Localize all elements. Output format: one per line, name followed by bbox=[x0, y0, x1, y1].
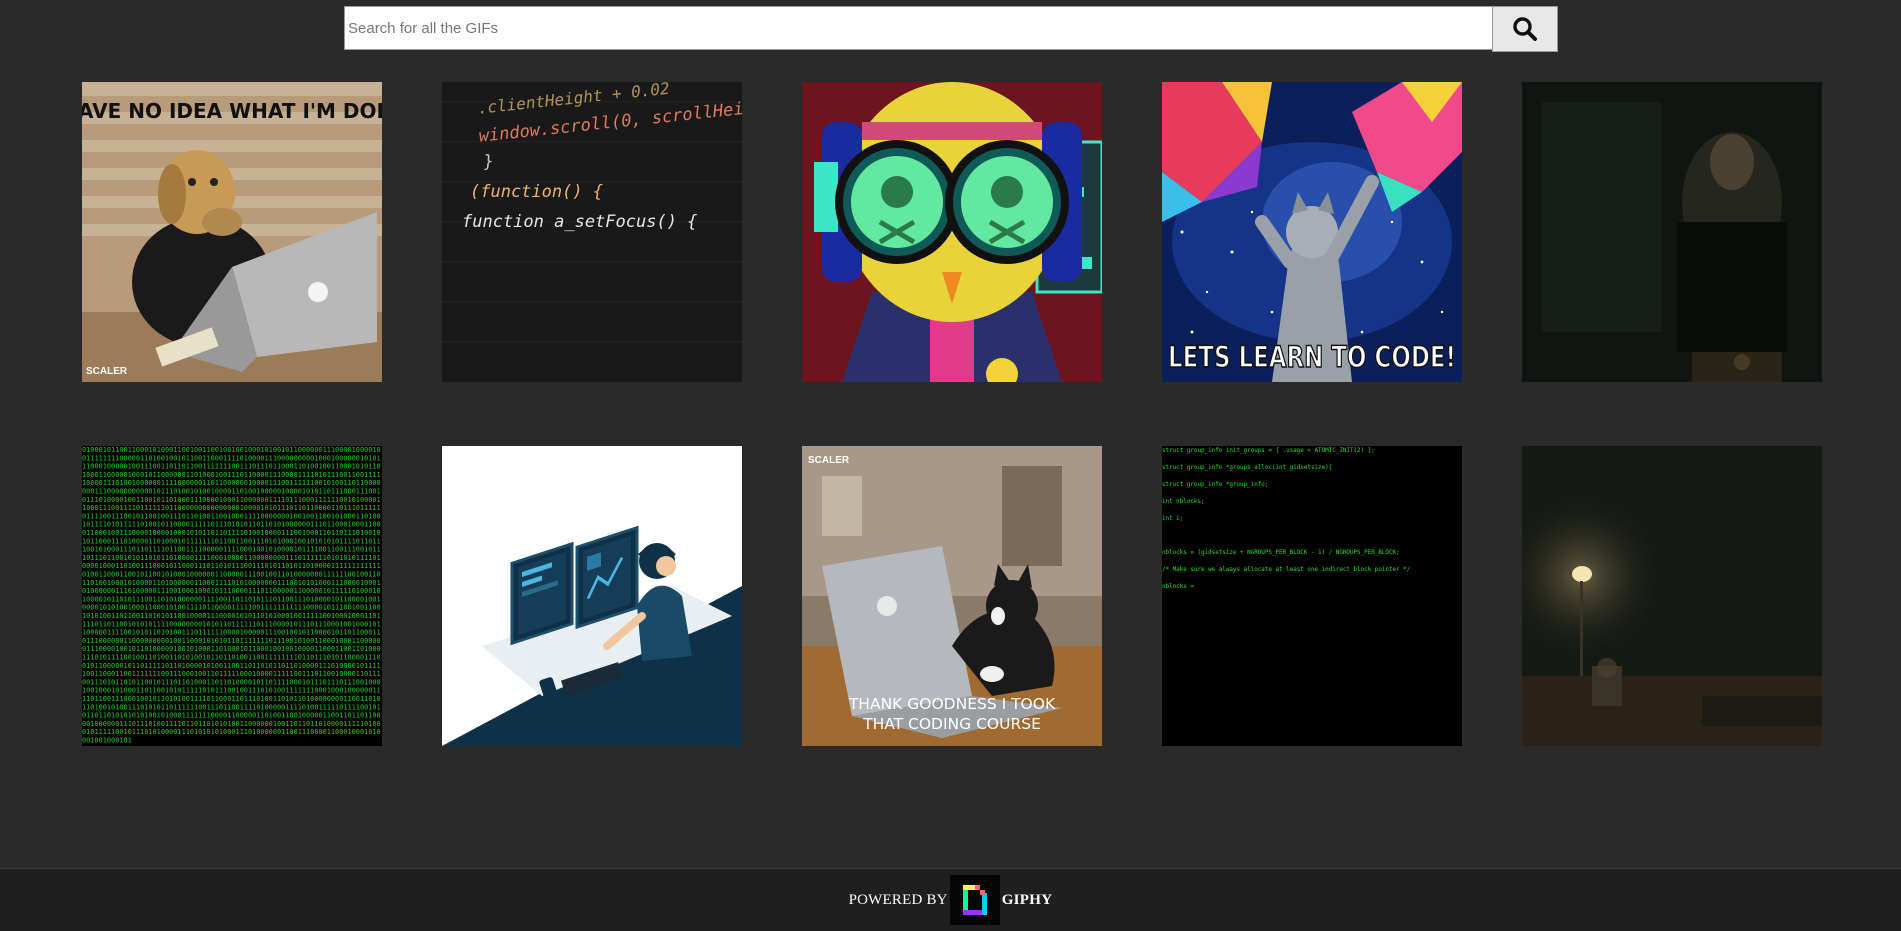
gif-tile-cat-laptop[interactable]: SCALER THANK GOODNESS I TOOK THAT CODING… bbox=[802, 446, 1102, 746]
giphy-logo-icon[interactable] bbox=[949, 875, 1000, 925]
gif-tile-dark-lamp-room[interactable] bbox=[1522, 446, 1822, 746]
gif-tile-code-screen[interactable]: .clientHeight + 0.02 window.scroll(0, sc… bbox=[442, 82, 742, 382]
matrix-row: 1000111001111011111101100000000000000010… bbox=[82, 504, 381, 512]
matrix-row: 1101001000101000011010000001100011110101… bbox=[82, 579, 381, 587]
space-cat-caption: LETS LEARN TO CODE! bbox=[1168, 340, 1456, 374]
matrix-row: 1100010000010011100110110110011111110011… bbox=[82, 463, 381, 471]
matrix-row: 1110101111001001101001101010010110110100… bbox=[82, 654, 381, 662]
terminal-line: struct group_info *groups_alloc(int gids… bbox=[1162, 465, 1332, 471]
matrix-row: 1110110110010101011110000000010101101111… bbox=[82, 620, 381, 628]
matrix-row: 0101100000101101111101101000010100110011… bbox=[82, 662, 381, 670]
space-cat-image: LETS LEARN TO CODE! bbox=[1162, 82, 1462, 382]
gif-tile-dark-room[interactable] bbox=[1522, 82, 1822, 382]
cat-caption-line: THAT CODING COURSE bbox=[862, 715, 1041, 733]
matrix-row: 1011000111010000110100010111111101100110… bbox=[82, 537, 381, 545]
matrix-row: 0001110000000000010111010010100100001101… bbox=[82, 488, 381, 496]
matrix-row: 1010100110110011010101100100001110000101… bbox=[82, 612, 381, 620]
matrix-row: 0111100111001011001001110110100110010001… bbox=[82, 512, 381, 520]
matrix-row: 1101100111000100101101010011110110001101… bbox=[82, 695, 381, 703]
terminal-line: nblocks = bbox=[1162, 584, 1194, 590]
matrix-row: 1001010001110110111101100111100000111100… bbox=[82, 546, 381, 554]
matrix-row: 1011101100101011010110100001111000100001… bbox=[82, 554, 381, 562]
matrix-row: 001001000101 bbox=[82, 737, 132, 745]
matrix-row: 1001100011001111111001110001001101111100… bbox=[82, 670, 381, 678]
scaler-watermark: SCALER bbox=[808, 455, 850, 466]
binary-matrix-image: 0100010110011000101000110010011001001001… bbox=[82, 446, 382, 746]
gif-tile-developer-illustration[interactable] bbox=[442, 446, 742, 746]
search-input[interactable] bbox=[344, 6, 1492, 50]
developer-illustration-image bbox=[442, 446, 742, 746]
matrix-row: 0111111110000011010010010110011000111101… bbox=[82, 454, 381, 462]
matrix-row: 1011110101111101001011000011111011101010… bbox=[82, 521, 381, 529]
matrix-row: 0010000001110111010011110110110101010011… bbox=[82, 720, 381, 728]
matrix-row: 0000100011010011100010110001110110101110… bbox=[82, 562, 381, 570]
cat-caption-line: THANK GOODNESS I TOOK bbox=[848, 695, 1056, 713]
dark-room-image bbox=[1522, 82, 1822, 382]
search-icon bbox=[1513, 17, 1537, 41]
dog-laptop-image: I HAVE NO IDEA WHAT I'M DOING SCALER bbox=[82, 82, 382, 382]
dog-caption: I HAVE NO IDEA WHAT I'M DOING bbox=[82, 99, 382, 123]
matrix-row: 0110110101010101001010001111111000011000… bbox=[82, 712, 381, 720]
giphy-logo-svg bbox=[962, 885, 987, 915]
powered-by-label: POWERED BY bbox=[848, 891, 948, 908]
matrix-row: 0111010000100110010110100011100001000110… bbox=[82, 496, 381, 504]
matrix-row: 0100010110011000101000110010011001001001… bbox=[82, 446, 381, 454]
matrix-row: 1000010110101110011010100000011110011011… bbox=[82, 595, 381, 603]
gif-tile-space-cat[interactable]: LETS LEARN TO CODE! bbox=[1162, 82, 1462, 382]
matrix-row: 0011101011010110010111011010001101101000… bbox=[82, 678, 381, 686]
terminal-code-image: struct group_info init_groups = { .usage… bbox=[1162, 446, 1462, 746]
gif-tile-terminal-code[interactable]: struct group_info init_groups = { .usage… bbox=[1162, 446, 1462, 746]
matrix-row: 0000101010010001100010100111101100001111… bbox=[82, 604, 381, 612]
code-line: } bbox=[482, 151, 495, 172]
cat-laptop-image: SCALER THANK GOODNESS I TOOK THAT CODING… bbox=[802, 446, 1102, 746]
scaler-watermark: SCALER bbox=[86, 366, 128, 377]
terminal-line: int nblocks; bbox=[1162, 499, 1205, 505]
gif-tile-dog-laptop[interactable]: I HAVE NO IDEA WHAT I'M DOING SCALER bbox=[82, 82, 382, 382]
gif-tile-robot-character[interactable] bbox=[802, 82, 1102, 382]
matrix-row: 0101111100101110101000011101010101000111… bbox=[82, 728, 381, 736]
search-button[interactable] bbox=[1492, 6, 1558, 52]
robot-character-image bbox=[802, 82, 1102, 382]
code-line: function a_setFocus() { bbox=[462, 212, 697, 232]
terminal-line: nblocks = (gidsetsize + NGROUPS_PER_BLOC… bbox=[1162, 550, 1400, 556]
matrix-row: 0111000010010110100000100101000110100010… bbox=[82, 645, 381, 653]
matrix-row: 1000110000010001011000000110100010011101… bbox=[82, 471, 381, 479]
dark-lamp-room-image bbox=[1522, 446, 1822, 746]
matrix-row: 1000011101001000000111100000011011000000… bbox=[82, 479, 381, 487]
footer: POWERED BY GIPHY bbox=[0, 868, 1901, 931]
terminal-line: struct group_info *group_info; bbox=[1162, 482, 1268, 488]
terminal-line: int i; bbox=[1162, 516, 1183, 522]
giphy-brand-name: GIPHY bbox=[1001, 891, 1053, 908]
terminal-line: struct group_info init_groups = { .usage… bbox=[1162, 448, 1375, 454]
matrix-row: 0100000011101000001110010001000101110000… bbox=[82, 587, 381, 595]
matrix-row: 1000001111001010110101001110111111000010… bbox=[82, 629, 381, 637]
matrix-row: 0110001001110000100001000101011011011110… bbox=[82, 529, 381, 537]
search-bar bbox=[344, 6, 1558, 52]
gif-tile-binary-matrix[interactable]: 0100010110011000101000110010011001001001… bbox=[82, 446, 382, 746]
terminal-line: /* Make sure we always allocate at least… bbox=[1162, 567, 1411, 573]
code-line: (function() { bbox=[470, 182, 603, 202]
matrix-row: 1101001010011101010110111111001110110011… bbox=[82, 703, 381, 711]
matrix-row: 0111000000110000000001001100010101011011… bbox=[82, 637, 381, 645]
code-screen-image: .clientHeight + 0.02 window.scroll(0, sc… bbox=[442, 82, 742, 382]
matrix-row: 1001000101000110110010101111101011100100… bbox=[82, 687, 381, 695]
matrix-row: 0100110001100101100101000100000011000001… bbox=[82, 571, 381, 579]
